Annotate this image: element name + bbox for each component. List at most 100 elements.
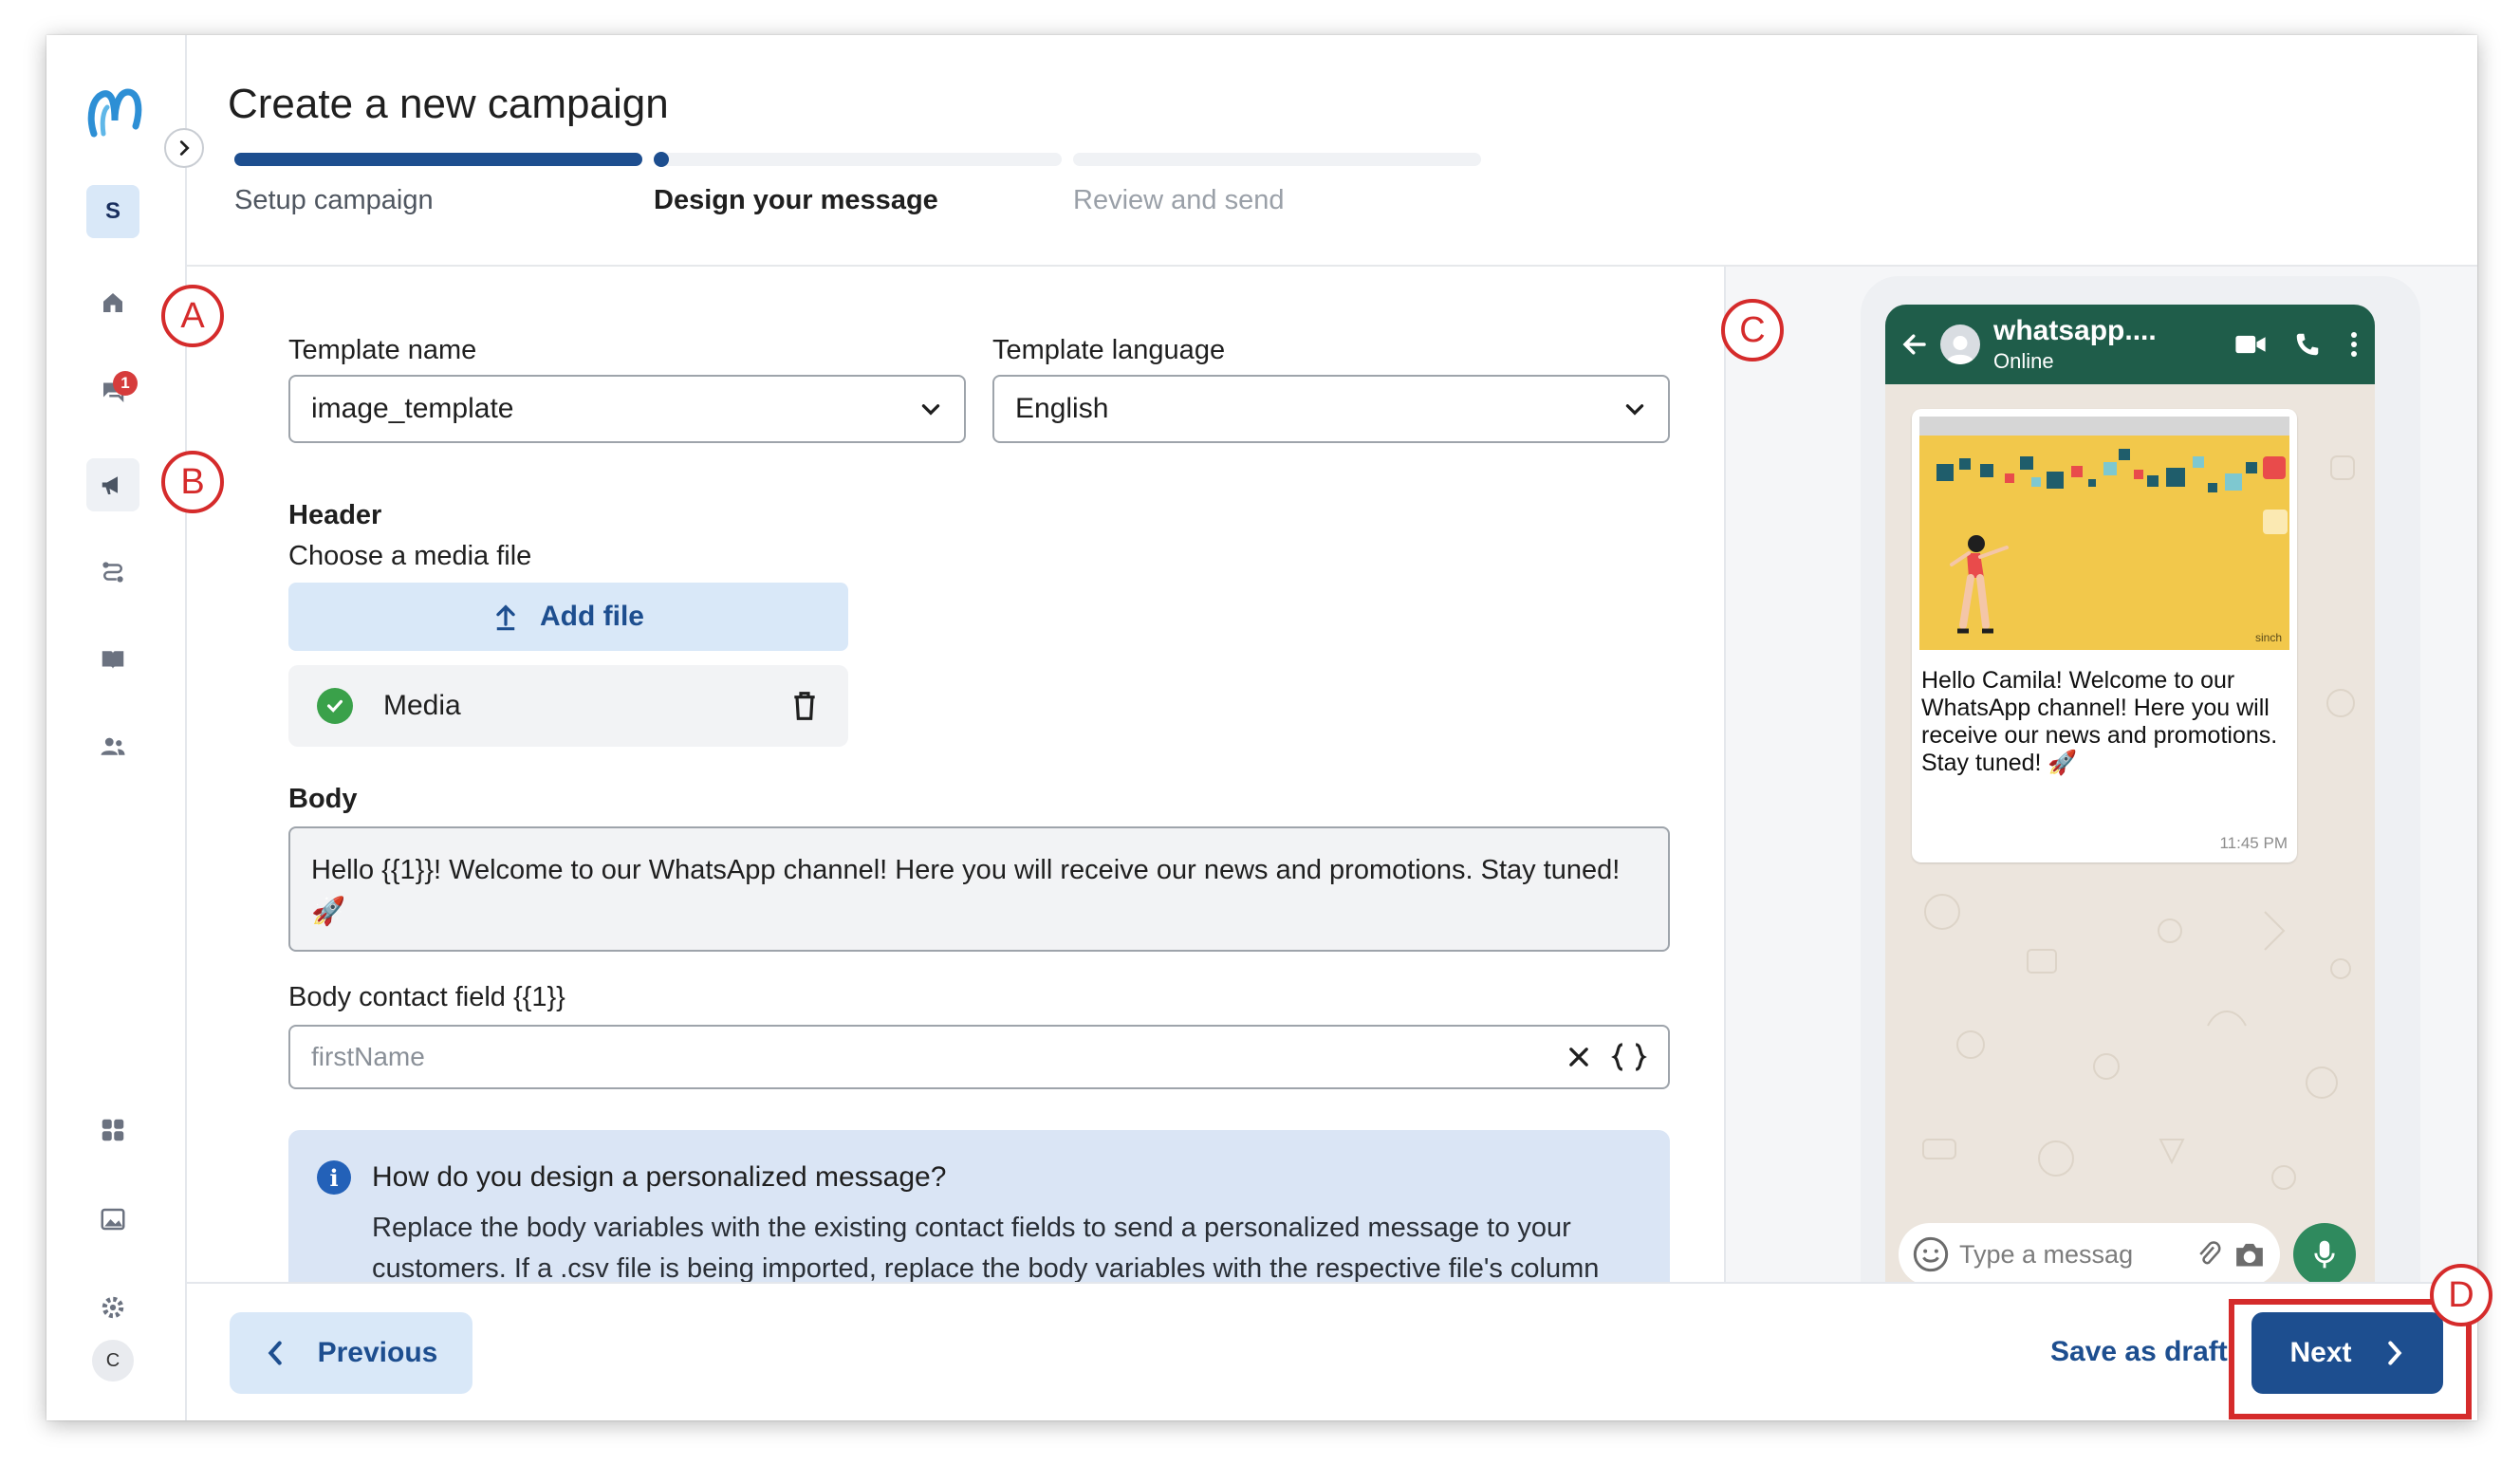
- whatsapp-header-actions: [2234, 330, 2360, 359]
- callout-marker-b: B: [161, 451, 224, 513]
- contact-avatar-icon: [1940, 325, 1980, 364]
- template-name-value: image_template: [311, 393, 514, 424]
- page-title: Create a new campaign: [228, 81, 669, 127]
- step-bar-setup: [234, 153, 642, 166]
- body-contact-field-input[interactable]: [311, 1042, 1547, 1072]
- book-icon: [102, 651, 124, 669]
- info-text: Replace the body variables with the exis…: [372, 1213, 1600, 1282]
- home-icon: [103, 293, 122, 312]
- wizard-footer: Previous Save as draft Next: [187, 1282, 2477, 1420]
- next-button-highlight: [2229, 1299, 2472, 1419]
- megaphone-icon: [102, 476, 118, 494]
- step-label-review: Review and send: [1073, 185, 1285, 215]
- step-review-send: Review and send: [1073, 153, 1481, 216]
- info-title-row: i How do you design a personalized messa…: [317, 1160, 1641, 1195]
- phone-icon[interactable]: [2293, 330, 2322, 359]
- message-preview-panel: whatsapp.... Online sinch Hello Camila! …: [1724, 267, 2477, 1282]
- contact-status: Online: [1993, 349, 2054, 373]
- sidebar-expand-button[interactable]: [164, 128, 204, 168]
- template-language-select[interactable]: English: [992, 375, 1670, 443]
- input-placeholder: Type a messag: [1959, 1239, 2134, 1269]
- step-current-dot: [654, 152, 669, 167]
- user-initial: C: [105, 1349, 120, 1371]
- add-file-label: Add file: [540, 601, 644, 632]
- braces-icon[interactable]: [1611, 1042, 1647, 1072]
- emoji-icon[interactable]: [1912, 1235, 1950, 1273]
- body-section-label: Body: [288, 784, 358, 814]
- sidebar-item-flows[interactable]: [86, 546, 139, 599]
- body-contact-field-label: Body contact field {{1}}: [288, 982, 565, 1012]
- choose-media-label: Choose a media file: [288, 541, 532, 571]
- image-brand-mark: sinch: [2254, 631, 2282, 644]
- body-contact-field: [288, 1025, 1670, 1089]
- campaign-illustration: [1936, 449, 2288, 634]
- sidebar-item-settings[interactable]: [86, 1281, 139, 1334]
- step-setup-campaign: Setup campaign: [234, 153, 642, 216]
- template-name-label: Template name: [288, 335, 477, 365]
- previous-button[interactable]: Previous: [230, 1312, 472, 1394]
- add-file-button[interactable]: Add file: [288, 583, 848, 651]
- step-label-setup: Setup campaign: [234, 185, 434, 215]
- info-icon: i: [317, 1160, 351, 1195]
- progress-stepper: Setup campaign Design your message Revie…: [234, 152, 1487, 229]
- sidebar-item-campaigns[interactable]: [86, 458, 139, 511]
- app-window: S 1 C Create a new campaign Setup campai…: [46, 35, 2477, 1420]
- info-title: How do you design a personalized message…: [372, 1161, 947, 1193]
- save-draft-button[interactable]: Save as draft: [2050, 1336, 2228, 1368]
- upload-icon: [496, 604, 515, 631]
- sidebar-item-media[interactable]: [86, 1193, 139, 1246]
- sidebar-item-home[interactable]: [86, 276, 139, 329]
- whatsapp-message-input[interactable]: Type a messag: [1899, 1223, 2280, 1282]
- microphone-button[interactable]: [2293, 1223, 2356, 1282]
- back-arrow-icon[interactable]: [1900, 330, 1929, 359]
- sidebar-item-apps[interactable]: [86, 1103, 139, 1157]
- message-form: Template name image_template Template la…: [187, 267, 1724, 1282]
- video-call-icon[interactable]: [2234, 332, 2267, 357]
- image-icon: [101, 1208, 125, 1231]
- more-options-icon[interactable]: [2348, 330, 2360, 359]
- notification-badge: 1: [113, 371, 138, 396]
- step-label-design: Design your message: [654, 185, 938, 215]
- chevron-left-icon: [268, 1341, 282, 1365]
- body-text-box: Hello {{1}}! Welcome to our WhatsApp cha…: [288, 826, 1670, 952]
- header-section-label: Header: [288, 500, 382, 530]
- template-name-select[interactable]: image_template: [288, 375, 966, 443]
- media-file-item: Media: [288, 665, 848, 747]
- callout-marker-c: C: [1721, 299, 1784, 362]
- step-design-message: Design your message: [654, 152, 1062, 216]
- camera-icon[interactable]: [2233, 1239, 2267, 1270]
- whatsapp-screen: whatsapp.... Online sinch Hello Camila! …: [1885, 305, 2375, 1282]
- step-bar-design: [654, 152, 1062, 167]
- whatsapp-header: whatsapp.... Online: [1885, 305, 2375, 384]
- check-circle-icon: [317, 688, 353, 724]
- template-language-value: English: [1015, 393, 1109, 424]
- sidebar-item-conversations[interactable]: 1: [86, 363, 139, 417]
- user-avatar[interactable]: C: [92, 1340, 134, 1382]
- trash-icon[interactable]: [789, 689, 820, 723]
- chevron-down-icon: [921, 404, 940, 416]
- clear-icon[interactable]: [1566, 1044, 1592, 1070]
- attachment-icon[interactable]: [2195, 1238, 2223, 1270]
- callout-marker-a: A: [161, 285, 224, 347]
- contact-info: whatsapp.... Online: [1993, 315, 2157, 374]
- step-bar-review: [1073, 153, 1481, 166]
- preview-message-text: Hello Camila! Welcome to our WhatsApp ch…: [1921, 667, 2278, 776]
- sidebar-item-contacts[interactable]: [86, 720, 139, 773]
- chevron-down-icon: [1625, 404, 1644, 416]
- template-language-label: Template language: [992, 335, 1226, 365]
- phone-mockup: whatsapp.... Online sinch Hello Camila! …: [1861, 276, 2420, 1282]
- callout-marker-d: D: [2430, 1264, 2492, 1326]
- body-text: Hello {{1}}! Welcome to our WhatsApp cha…: [311, 855, 1621, 927]
- message-bubble: sinch Hello Camila! Welcome to our Whats…: [1912, 409, 2297, 862]
- sidebar: S 1 C: [46, 35, 187, 1420]
- grid-icon: [102, 1119, 124, 1141]
- workspace-switcher[interactable]: S: [86, 185, 139, 238]
- contact-name: whatsapp....: [1993, 315, 2157, 346]
- personalization-info-box: i How do you design a personalized messa…: [288, 1130, 1670, 1282]
- message-time: 11:45 PM: [2219, 834, 2288, 852]
- chevron-right-icon: [179, 140, 190, 156]
- brand-logo[interactable]: [83, 79, 149, 145]
- sidebar-item-library[interactable]: [86, 633, 139, 686]
- previous-label: Previous: [317, 1337, 438, 1368]
- route-icon: [102, 562, 123, 583]
